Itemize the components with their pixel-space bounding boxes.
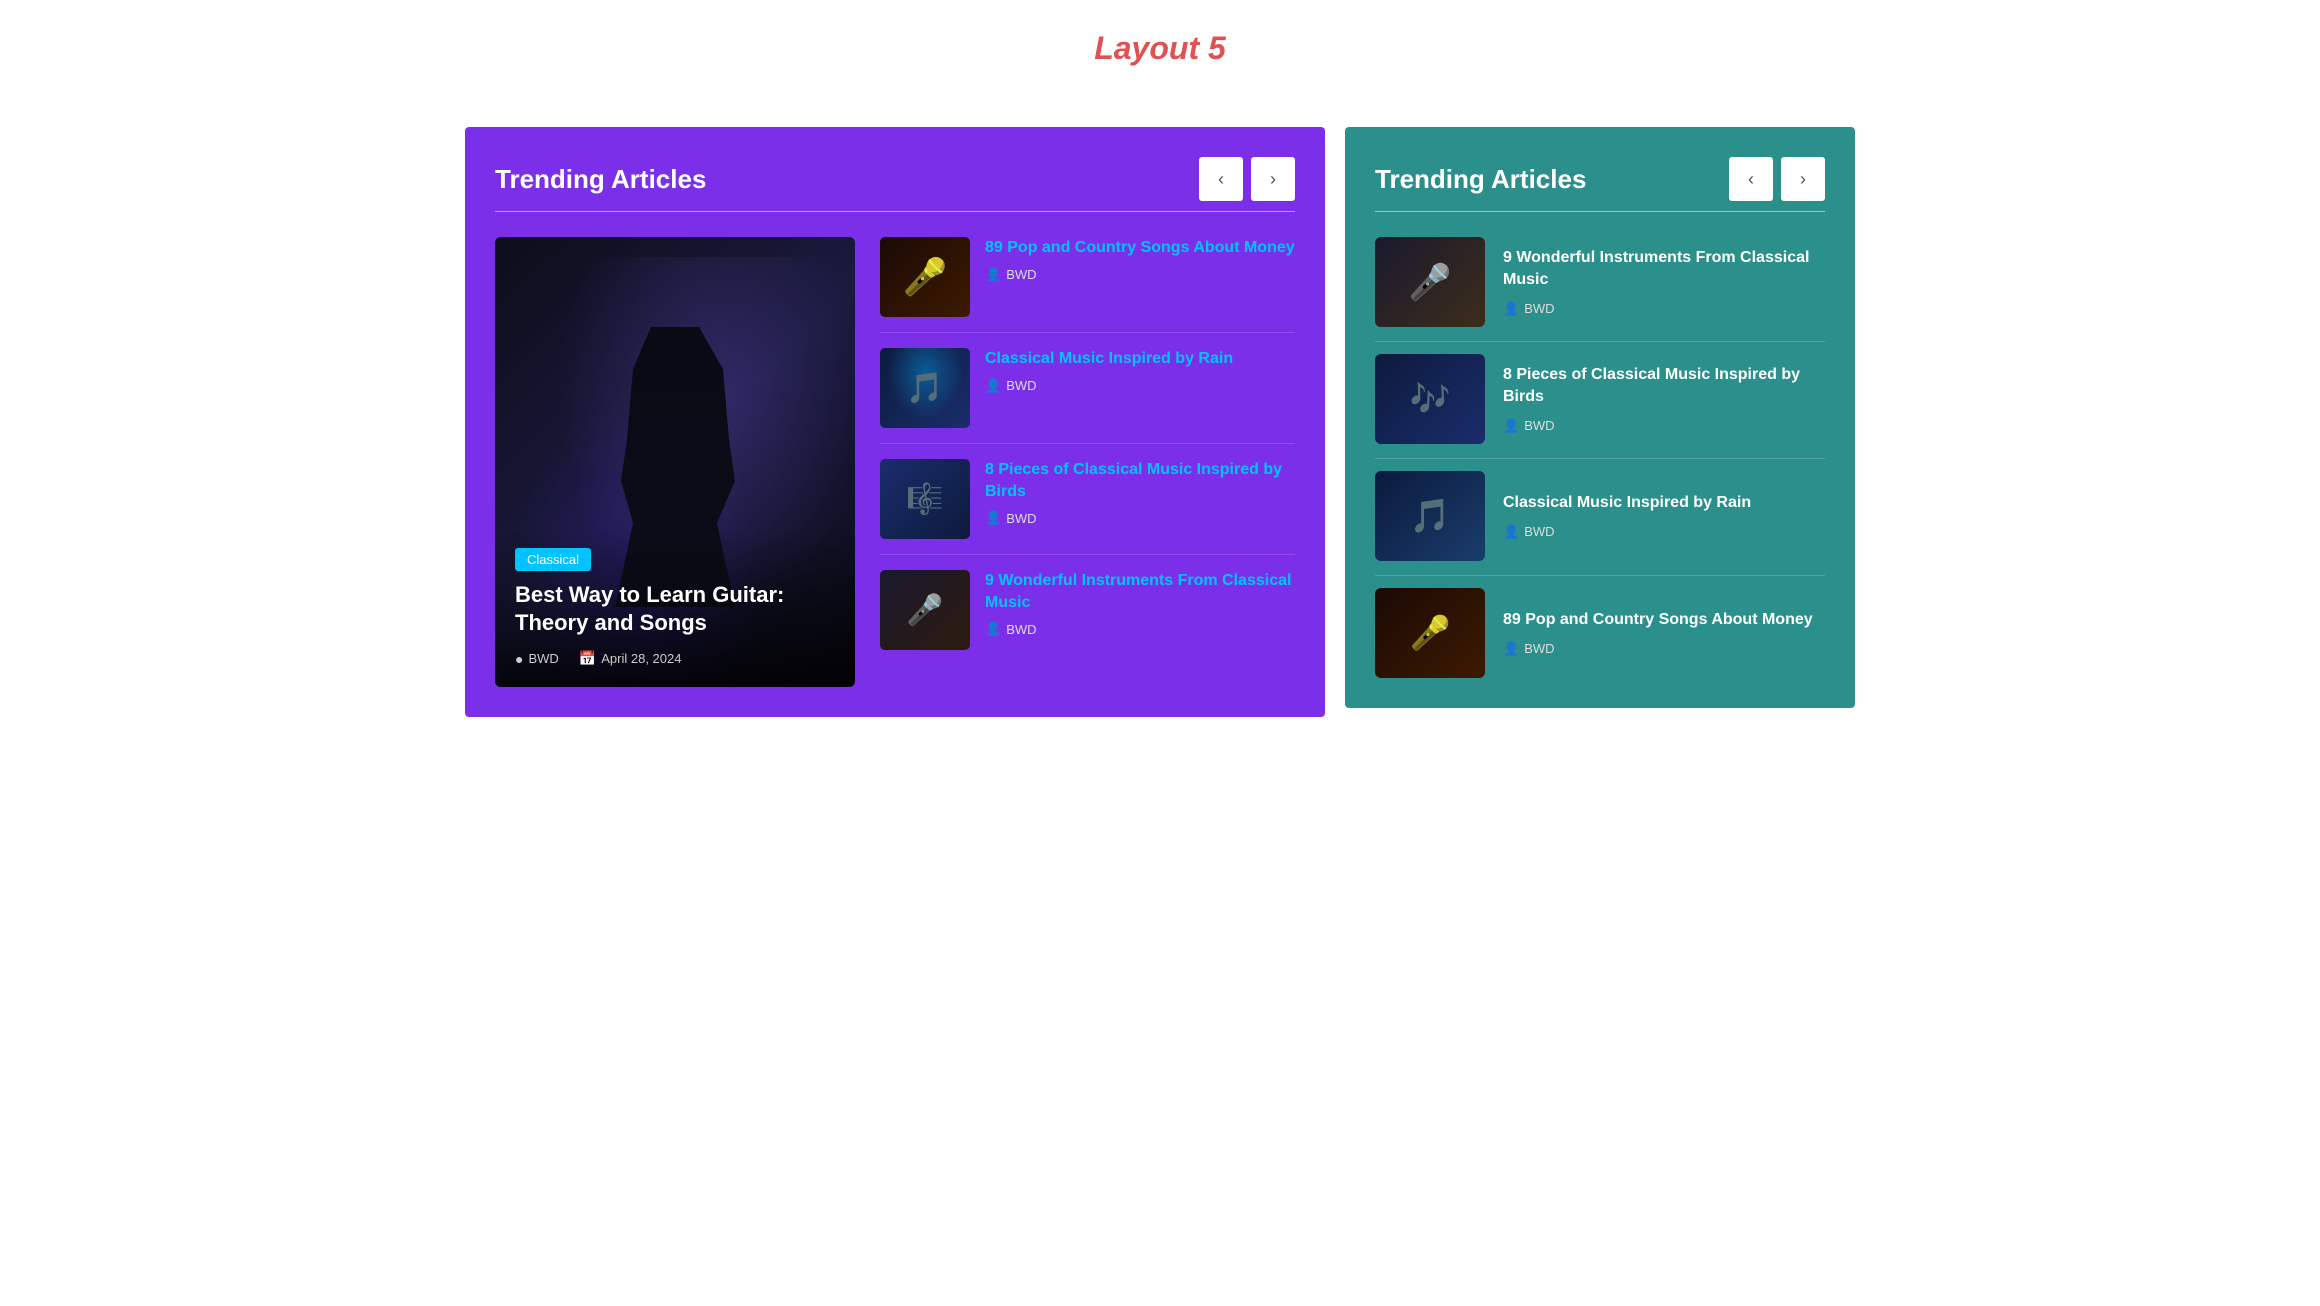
teal-author-name-1: BWD xyxy=(1524,301,1554,316)
article-thumb-2 xyxy=(880,348,970,428)
teal-info-1: 9 Wonderful Instruments From Classical M… xyxy=(1503,247,1825,316)
teal-author-name-3: BWD xyxy=(1524,524,1554,539)
featured-date-value: April 28, 2024 xyxy=(601,651,681,666)
author-icon-4: 👤 xyxy=(985,621,1001,637)
teal-author-icon-1: 👤 xyxy=(1503,301,1519,317)
singer-thumbnail xyxy=(880,570,970,650)
featured-author-name: BWD xyxy=(528,651,558,666)
teal-title-2[interactable]: 8 Pieces of Classical Music Inspired by … xyxy=(1503,364,1825,407)
teal-author-name-4: BWD xyxy=(1524,641,1554,656)
author-icon: ● xyxy=(515,651,523,667)
article-info-1: 89 Pop and Country Songs About Money 👤 B… xyxy=(985,237,1295,283)
featured-image: Classical Best Way to Learn Guitar: Theo… xyxy=(495,237,855,687)
left-panel: Trending Articles ‹ › Classical B xyxy=(465,127,1325,717)
list-item: Classical Music Inspired by Rain 👤 BWD xyxy=(880,348,1295,444)
teal-info-3: Classical Music Inspired by Rain 👤 BWD xyxy=(1503,492,1825,540)
right-articles-list: 9 Wonderful Instruments From Classical M… xyxy=(1375,237,1825,678)
article-author-1: 👤 BWD xyxy=(985,267,1295,283)
list-item: 8 Pieces of Classical Music Inspired by … xyxy=(1375,354,1825,459)
rain-thumbnail xyxy=(1375,471,1485,561)
author-name-3: BWD xyxy=(1006,511,1036,526)
teal-thumb-3 xyxy=(1375,471,1485,561)
article-title-3[interactable]: 8 Pieces of Classical Music Inspired by … xyxy=(985,459,1295,502)
article-title-2[interactable]: Classical Music Inspired by Rain xyxy=(985,348,1295,370)
category-badge: Classical xyxy=(515,548,591,571)
article-thumb-1 xyxy=(880,237,970,317)
right-prev-button[interactable]: ‹ xyxy=(1729,157,1773,201)
teal-info-2: 8 Pieces of Classical Music Inspired by … xyxy=(1503,364,1825,433)
article-thumb-4 xyxy=(880,570,970,650)
layouts-container: Trending Articles ‹ › Classical B xyxy=(0,87,2320,757)
teal-author-icon-3: 👤 xyxy=(1503,524,1519,540)
mic-thumbnail xyxy=(880,237,970,317)
list-item: 8 Pieces of Classical Music Inspired by … xyxy=(880,459,1295,555)
right-panel-title: Trending Articles xyxy=(1375,164,1586,195)
author-icon-3: 👤 xyxy=(985,510,1001,526)
singer2-thumbnail xyxy=(1375,237,1485,327)
article-info-4: 9 Wonderful Instruments From Classical M… xyxy=(985,570,1295,637)
featured-overlay: Classical Best Way to Learn Guitar: Theo… xyxy=(495,528,855,687)
author-name-1: BWD xyxy=(1006,267,1036,282)
teal-title-4[interactable]: 89 Pop and Country Songs About Money xyxy=(1503,609,1825,631)
left-next-button[interactable]: › xyxy=(1251,157,1295,201)
birds-thumbnail xyxy=(880,459,970,539)
teal-thumb-4 xyxy=(1375,588,1485,678)
right-panel: Trending Articles ‹ › 9 Wonderful Instru… xyxy=(1345,127,1855,708)
list-item: 89 Pop and Country Songs About Money 👤 B… xyxy=(1375,588,1825,678)
article-title-1[interactable]: 89 Pop and Country Songs About Money xyxy=(985,237,1295,259)
mic2-thumbnail xyxy=(1375,588,1485,678)
right-next-button[interactable]: › xyxy=(1781,157,1825,201)
featured-date: 📅 April 28, 2024 xyxy=(579,650,682,667)
featured-title: Best Way to Learn Guitar: Theory and Son… xyxy=(515,581,835,638)
author-name-2: BWD xyxy=(1006,378,1036,393)
concert-thumbnail xyxy=(880,348,970,428)
right-panel-header: Trending Articles ‹ › xyxy=(1375,157,1825,201)
left-articles-list: 89 Pop and Country Songs About Money 👤 B… xyxy=(880,237,1295,650)
featured-meta: ● BWD 📅 April 28, 2024 xyxy=(515,650,835,667)
teal-title-1[interactable]: 9 Wonderful Instruments From Classical M… xyxy=(1503,247,1825,290)
teal-thumb-1 xyxy=(1375,237,1485,327)
author-icon-2: 👤 xyxy=(985,378,1001,394)
left-prev-button[interactable]: ‹ xyxy=(1199,157,1243,201)
teal-author-icon-2: 👤 xyxy=(1503,418,1519,434)
teal-author-4: 👤 BWD xyxy=(1503,641,1825,657)
teal-info-4: 89 Pop and Country Songs About Money 👤 B… xyxy=(1503,609,1825,657)
concert2-thumbnail xyxy=(1375,354,1485,444)
article-thumb-3 xyxy=(880,459,970,539)
article-author-3: 👤 BWD xyxy=(985,510,1295,526)
list-item: 9 Wonderful Instruments From Classical M… xyxy=(1375,237,1825,342)
right-divider xyxy=(1375,211,1825,212)
left-panel-header: Trending Articles ‹ › xyxy=(495,157,1295,201)
article-info-3: 8 Pieces of Classical Music Inspired by … xyxy=(985,459,1295,526)
left-panel-title: Trending Articles xyxy=(495,164,706,195)
author-name-4: BWD xyxy=(1006,622,1036,637)
featured-author: ● BWD xyxy=(515,651,559,667)
teal-author-name-2: BWD xyxy=(1524,418,1554,433)
page-title: Layout 5 xyxy=(0,0,2320,87)
right-nav-buttons: ‹ › xyxy=(1729,157,1825,201)
author-icon-1: 👤 xyxy=(985,267,1001,283)
teal-author-icon-4: 👤 xyxy=(1503,641,1519,657)
teal-author-2: 👤 BWD xyxy=(1503,418,1825,434)
list-item: 89 Pop and Country Songs About Money 👤 B… xyxy=(880,237,1295,333)
calendar-icon: 📅 xyxy=(579,650,596,667)
list-item: Classical Music Inspired by Rain 👤 BWD xyxy=(1375,471,1825,576)
teal-title-3[interactable]: Classical Music Inspired by Rain xyxy=(1503,492,1825,514)
teal-author-3: 👤 BWD xyxy=(1503,524,1825,540)
featured-article[interactable]: Classical Best Way to Learn Guitar: Theo… xyxy=(495,237,855,687)
list-item: 9 Wonderful Instruments From Classical M… xyxy=(880,570,1295,650)
left-divider xyxy=(495,211,1295,212)
article-info-2: Classical Music Inspired by Rain 👤 BWD xyxy=(985,348,1295,394)
left-nav-buttons: ‹ › xyxy=(1199,157,1295,201)
teal-thumb-2 xyxy=(1375,354,1485,444)
article-title-4[interactable]: 9 Wonderful Instruments From Classical M… xyxy=(985,570,1295,613)
purple-content: Classical Best Way to Learn Guitar: Theo… xyxy=(495,237,1295,687)
teal-author-1: 👤 BWD xyxy=(1503,301,1825,317)
article-author-2: 👤 BWD xyxy=(985,378,1295,394)
article-author-4: 👤 BWD xyxy=(985,621,1295,637)
